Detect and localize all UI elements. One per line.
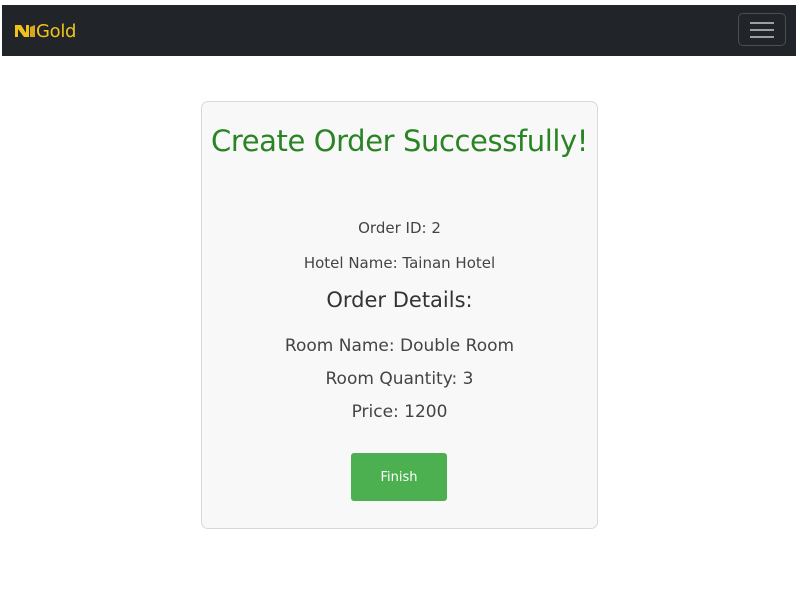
room-quantity-text: Room Quantity: 3 — [325, 369, 474, 389]
price-text: Price: 1200 — [351, 402, 448, 422]
brand-link[interactable]: Gold — [14, 19, 77, 43]
hamburger-menu-icon — [750, 21, 774, 38]
navbar-toggler-button[interactable] — [738, 13, 786, 46]
brand-name: Gold — [36, 20, 77, 42]
order-details-heading: Order Details: — [326, 288, 473, 312]
room-name-text: Room Name: Double Room — [284, 336, 515, 356]
order-success-card: Create Order Successfully! Order ID: 2 H… — [201, 101, 598, 529]
success-title: Create Order Successfully! — [210, 124, 589, 158]
hotel-name-text: Hotel Name: Tainan Hotel — [303, 254, 496, 272]
finish-button[interactable]: Finish — [351, 453, 447, 501]
top-navbar: Gold — [2, 5, 796, 56]
order-id-text: Order ID: 2 — [358, 219, 441, 237]
gold-logo-icon — [15, 25, 35, 37]
